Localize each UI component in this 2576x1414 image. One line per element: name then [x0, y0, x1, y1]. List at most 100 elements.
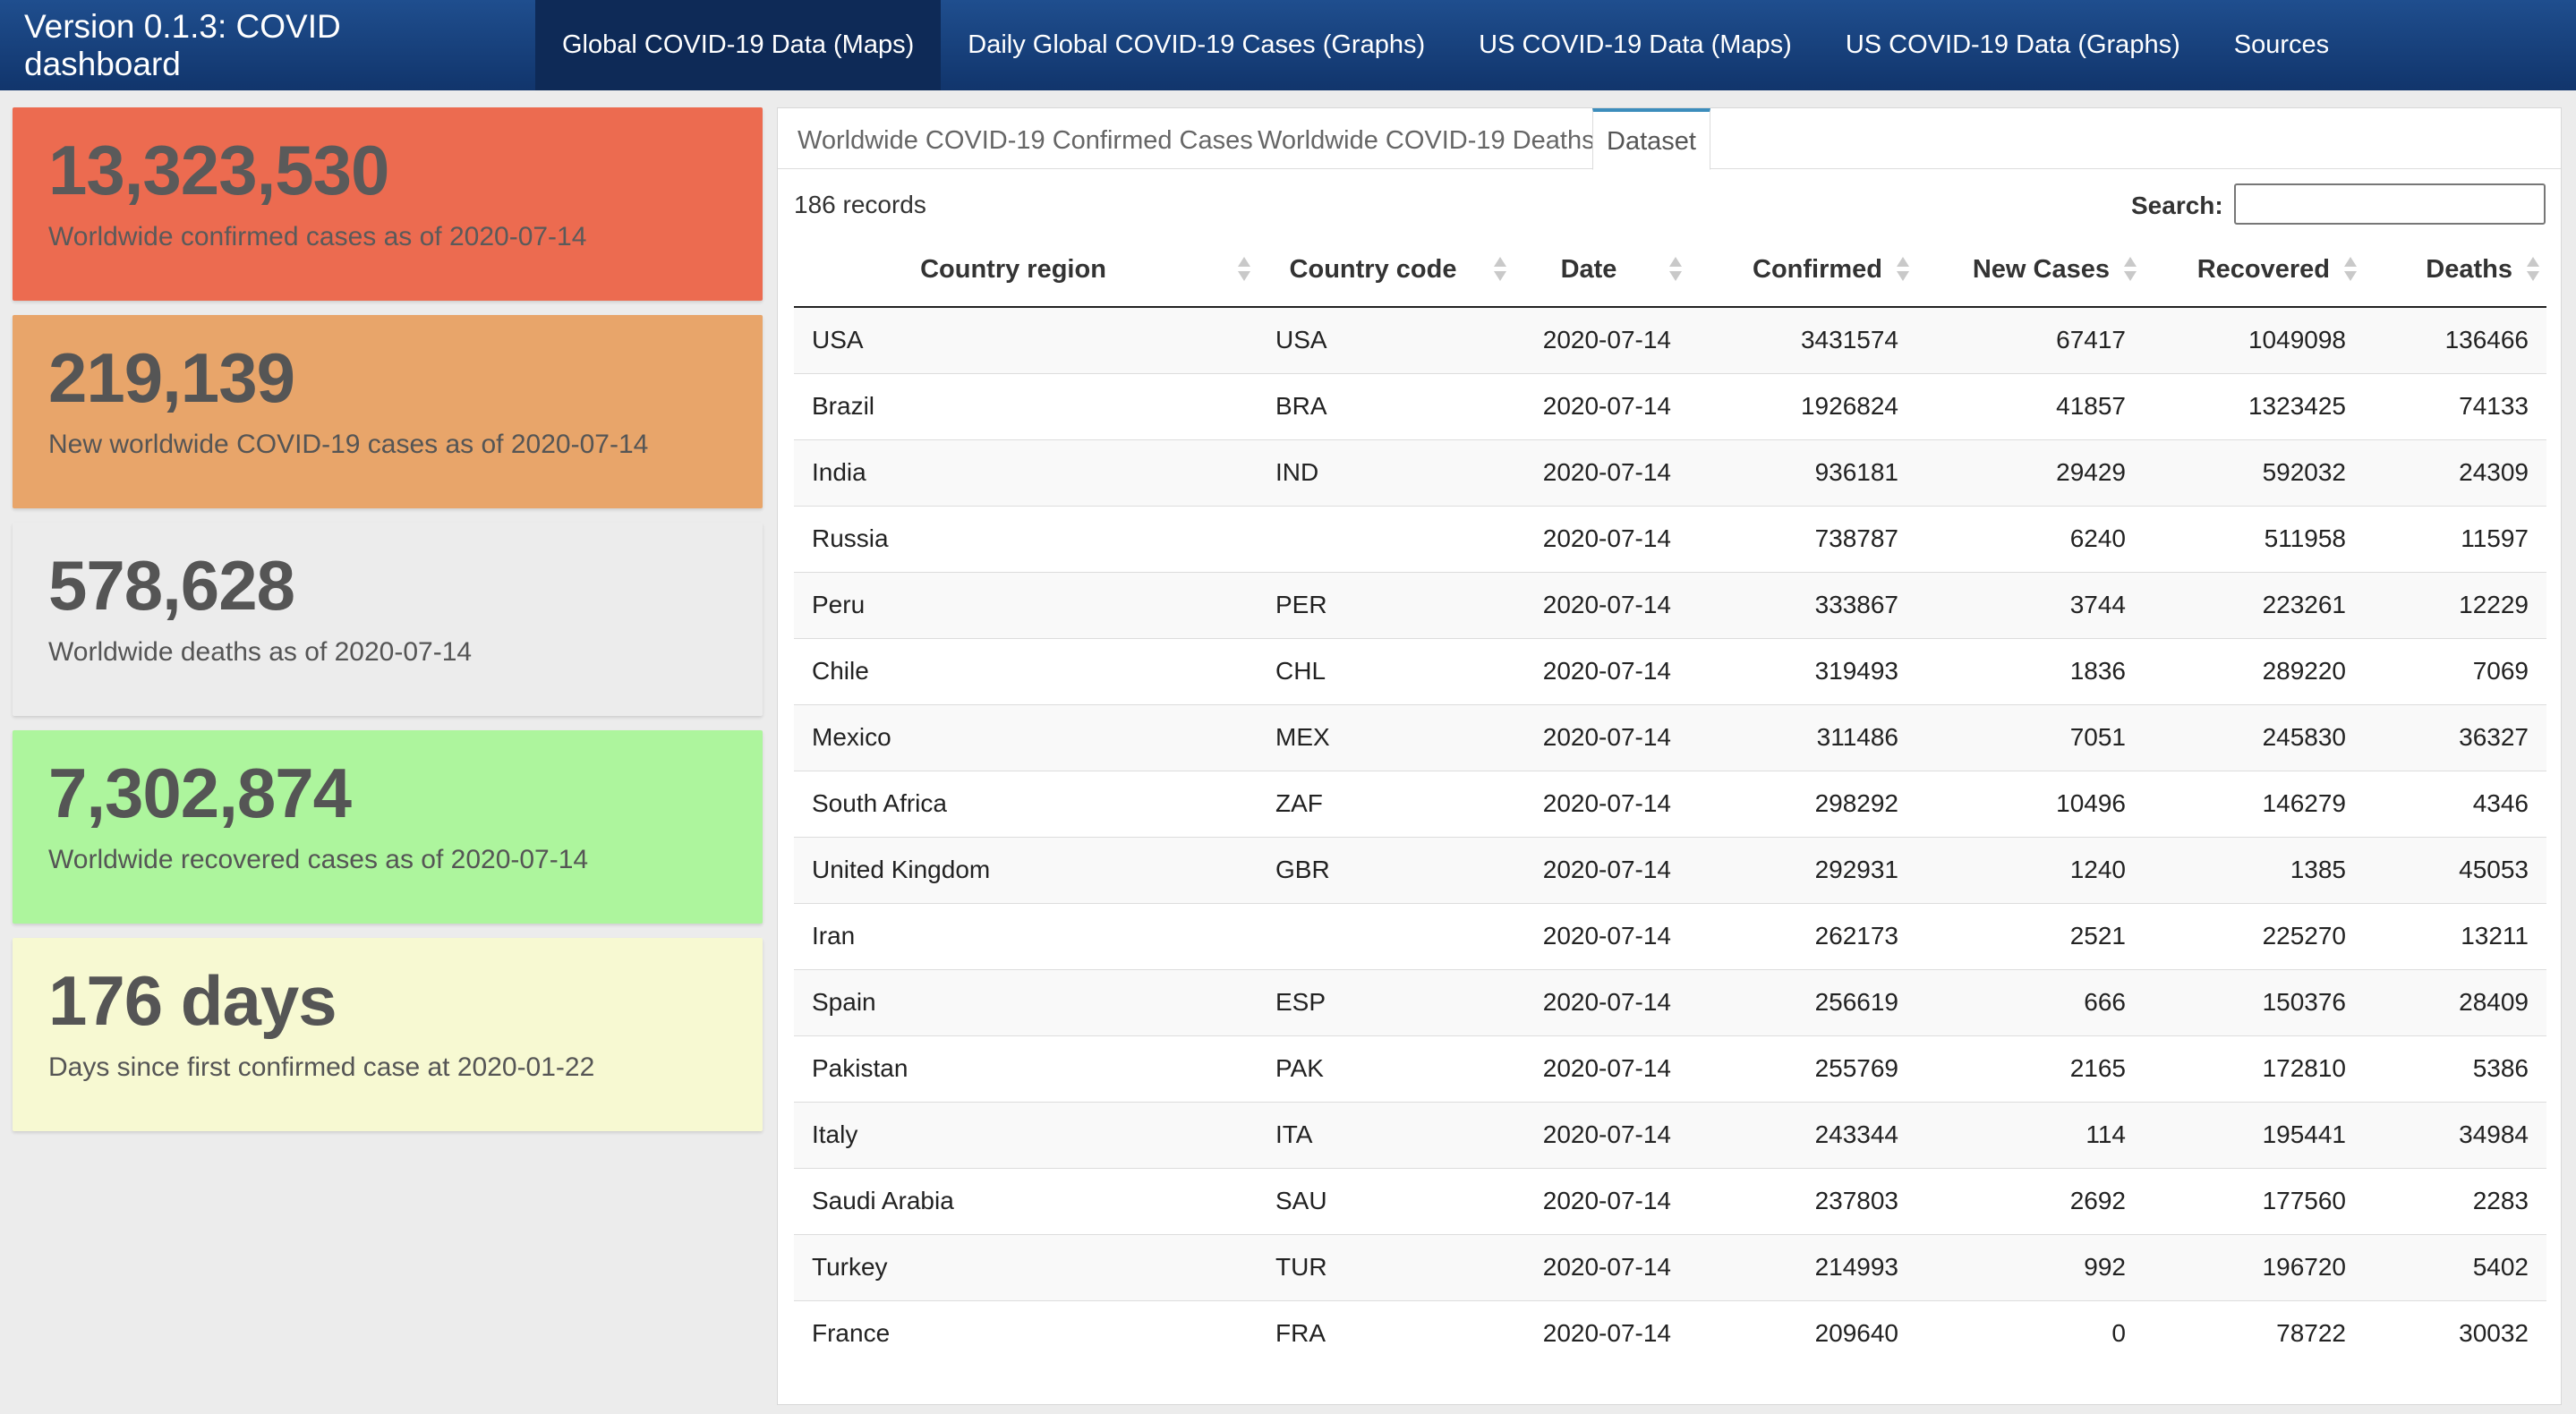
nav-us-graphs[interactable]: US COVID-19 Data (Graphs) — [1819, 0, 2207, 90]
cell-recovered: 172810 — [2144, 1035, 2364, 1102]
search-input[interactable] — [2234, 183, 2546, 225]
column-header-recovered[interactable]: Recovered — [2144, 234, 2364, 308]
cell-deaths: 5402 — [2364, 1233, 2546, 1300]
nav-sources[interactable]: Sources — [2207, 0, 2356, 90]
cell-new-cases: 0 — [1916, 1299, 2144, 1367]
cell-recovered: 289220 — [2144, 637, 2364, 704]
cell-date: 2020-07-14 — [1514, 902, 1689, 969]
value-box-description: Worldwide recovered cases as of 2020-07-… — [48, 844, 589, 874]
cell-recovered: 146279 — [2144, 770, 2364, 837]
value-box-number: 176 days — [48, 961, 337, 1040]
tab-panel: Worldwide COVID-19 Confirmed Cases World… — [777, 107, 2562, 1405]
table-row[interactable]: Turkey TUR 2020-07-14 214993 992 196720 5402 — [794, 1233, 2546, 1300]
cell-deaths: 5386 — [2364, 1035, 2546, 1102]
value-box-deaths: 578,628 Worldwide deaths as of 2020-07-1… — [13, 523, 763, 716]
cell-deaths: 24309 — [2364, 439, 2546, 506]
table-row[interactable]: Saudi Arabia SAU 2020-07-14 237803 2692 17756… — [794, 1167, 2546, 1234]
sort-icon — [2344, 257, 2357, 284]
top-navbar: Version 0.1.3: COVID dashboard Global CO… — [0, 0, 2576, 90]
cell-confirmed: 209640 — [1689, 1299, 1916, 1367]
cell-confirmed: 333867 — [1689, 571, 1916, 638]
table-row[interactable]: Iran 2020-07-14 262173 2521 225270 13211 — [794, 902, 2546, 969]
value-box-description: Days since first confirmed case at 2020-… — [48, 1052, 595, 1082]
cell-deaths: 74133 — [2364, 372, 2546, 439]
cell-date: 2020-07-14 — [1514, 1035, 1689, 1102]
table-row[interactable]: Italy ITA 2020-07-14 243344 114 195441 34984 — [794, 1101, 2546, 1168]
cell-confirmed: 243344 — [1689, 1101, 1916, 1168]
cell-new-cases: 992 — [1916, 1233, 2144, 1300]
table-body: USA USA 2020-07-14 3431574 67417 1049098 13646… — [794, 306, 2546, 1367]
cell-deaths: 136466 — [2364, 306, 2546, 373]
cell-recovered: 225270 — [2144, 902, 2364, 969]
tab-dataset[interactable]: Dataset — [1592, 108, 1710, 170]
table-row[interactable]: United Kingdom GBR 2020-07-14 292931 1240 138… — [794, 836, 2546, 903]
cell-country-code: ZAF — [1258, 770, 1514, 837]
column-header-date[interactable]: Date — [1514, 234, 1689, 308]
cell-date: 2020-07-14 — [1514, 571, 1689, 638]
sort-icon — [2527, 257, 2539, 284]
cell-confirmed: 262173 — [1689, 902, 1916, 969]
column-header-new-cases[interactable]: New Cases — [1916, 234, 2144, 308]
cell-deaths: 34984 — [2364, 1101, 2546, 1168]
cell-confirmed: 1926824 — [1689, 372, 1916, 439]
column-header-country-code[interactable]: Country code — [1258, 234, 1514, 308]
cell-country-code: ITA — [1258, 1101, 1514, 1168]
table-row[interactable]: Brazil BRA 2020-07-14 1926824 41857 1323425 74… — [794, 372, 2546, 439]
cell-country-code: USA — [1258, 306, 1514, 373]
column-header-country-region[interactable]: Country region — [794, 234, 1258, 308]
sort-icon — [1494, 257, 1506, 284]
column-header-deaths[interactable]: Deaths — [2364, 234, 2546, 308]
cell-date: 2020-07-14 — [1514, 306, 1689, 373]
cell-recovered: 223261 — [2144, 571, 2364, 638]
cell-deaths: 12229 — [2364, 571, 2546, 638]
cell-new-cases: 6240 — [1916, 505, 2144, 572]
tab-confirmed-cases[interactable]: Worldwide COVID-19 Confirmed Cases — [798, 108, 1253, 169]
cell-new-cases: 67417 — [1916, 306, 2144, 373]
cell-recovered: 195441 — [2144, 1101, 2364, 1168]
cell-date: 2020-07-14 — [1514, 637, 1689, 704]
cell-recovered: 245830 — [2144, 703, 2364, 771]
table-row[interactable]: Chile CHL 2020-07-14 319493 1836 289220 7069 — [794, 637, 2546, 704]
cell-confirmed: 319493 — [1689, 637, 1916, 704]
table-row[interactable]: India IND 2020-07-14 936181 29429 592032 24309 — [794, 439, 2546, 506]
cell-date: 2020-07-14 — [1514, 703, 1689, 771]
table-header-row: Country region Country code Date Confirm… — [794, 234, 2546, 308]
cell-recovered: 78722 — [2144, 1299, 2364, 1367]
table-row[interactable]: South Africa ZAF 2020-07-14 298292 10496 1462… — [794, 770, 2546, 837]
cell-country-code: SAU — [1258, 1167, 1514, 1234]
cell-recovered: 196720 — [2144, 1233, 2364, 1300]
sort-icon — [1897, 257, 1909, 284]
cell-country-code — [1258, 505, 1514, 572]
column-header-label: Country region — [920, 255, 1106, 284]
table-row[interactable]: Pakistan PAK 2020-07-14 255769 2165 172810 538… — [794, 1035, 2546, 1102]
table-row[interactable]: Spain ESP 2020-07-14 256619 666 150376 28409 — [794, 968, 2546, 1035]
sort-icon — [1669, 257, 1682, 284]
cell-confirmed: 255769 — [1689, 1035, 1916, 1102]
nav-global-maps[interactable]: Global COVID-19 Data (Maps) — [535, 0, 942, 90]
value-boxes: 13,323,530 Worldwide confirmed cases as … — [13, 107, 763, 1146]
cell-country-code: CHL — [1258, 637, 1514, 704]
value-box-new-cases: 219,139 New worldwide COVID-19 cases as … — [13, 315, 763, 508]
sort-icon — [2124, 257, 2137, 284]
table-row[interactable]: France FRA 2020-07-14 209640 0 78722 30032 — [794, 1299, 2546, 1367]
cell-country-region: Mexico — [794, 703, 1258, 771]
cell-country-region: Saudi Arabia — [794, 1167, 1258, 1234]
tab-deaths[interactable]: Worldwide COVID-19 Deaths — [1258, 108, 1595, 169]
column-header-confirmed[interactable]: Confirmed — [1689, 234, 1916, 308]
column-header-label: New Cases — [1972, 255, 2110, 284]
nav-us-maps[interactable]: US COVID-19 Data (Maps) — [1452, 0, 1819, 90]
cell-country-region: Brazil — [794, 372, 1258, 439]
cell-new-cases: 7051 — [1916, 703, 2144, 771]
dataset-table: Country region Country code Date Confirm… — [794, 234, 2546, 1367]
value-box-number: 13,323,530 — [48, 131, 389, 209]
cell-country-region: Iran — [794, 902, 1258, 969]
table-row[interactable]: USA USA 2020-07-14 3431574 67417 1049098 13646… — [794, 306, 2546, 373]
column-header-label: Confirmed — [1753, 255, 1882, 284]
cell-confirmed: 214993 — [1689, 1233, 1916, 1300]
table-row[interactable]: Mexico MEX 2020-07-14 311486 7051 245830 36327 — [794, 703, 2546, 771]
cell-country-region: France — [794, 1299, 1258, 1367]
table-row[interactable]: Russia 2020-07-14 738787 6240 511958 11597 — [794, 505, 2546, 572]
cell-new-cases: 2692 — [1916, 1167, 2144, 1234]
table-row[interactable]: Peru PER 2020-07-14 333867 3744 223261 12229 — [794, 571, 2546, 638]
nav-daily-global-graphs[interactable]: Daily Global COVID-19 Cases (Graphs) — [941, 0, 1452, 90]
